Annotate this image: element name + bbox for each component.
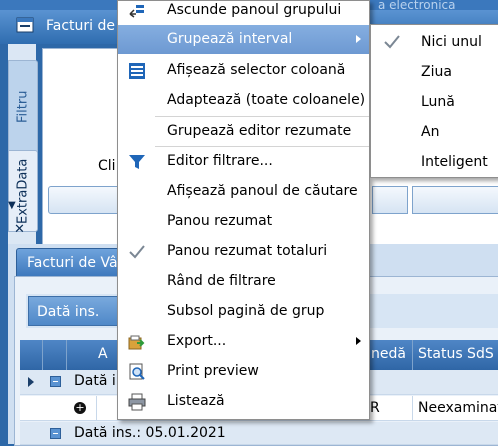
submenu-item-month[interactable]: Lună bbox=[371, 87, 498, 117]
group-interval-submenu: Nici unul Ziua Lună An Inteligent bbox=[370, 24, 498, 178]
checkmark-icon bbox=[129, 245, 145, 259]
menu-item-label: Export... bbox=[167, 333, 227, 349]
menu-item-group-interval[interactable]: Grupează interval bbox=[118, 25, 369, 54]
menu-item-label: Rând de filtrare bbox=[167, 273, 276, 289]
menu-item-column-chooser[interactable]: Afișează selector coloană bbox=[118, 56, 369, 85]
menu-item-label: Afișează panoul de căutare bbox=[167, 183, 358, 199]
tab-filtru[interactable]: Filtru bbox=[8, 60, 38, 154]
filter-funnel-icon bbox=[129, 155, 145, 169]
column-chooser-icon bbox=[129, 63, 145, 79]
menu-item-label: Editor filtrare... bbox=[167, 153, 273, 169]
menu-item-print[interactable]: Listează bbox=[118, 387, 369, 416]
group-by-chip[interactable]: Dată ins. bbox=[28, 296, 124, 326]
submenu-item-smart[interactable]: Inteligent bbox=[371, 147, 498, 177]
header-separator bbox=[42, 340, 43, 370]
submenu-item-year[interactable]: An bbox=[371, 117, 498, 147]
current-row-indicator-icon bbox=[28, 377, 34, 387]
menu-item-label: Panou rezumat totaluri bbox=[167, 243, 328, 259]
header-separator bbox=[412, 340, 413, 370]
submenu-arrow-icon bbox=[356, 35, 361, 43]
submenu-arrow-icon bbox=[356, 337, 361, 345]
export-icon bbox=[128, 335, 145, 350]
menu-item-label: Subsol pagină de grup bbox=[167, 303, 325, 319]
menu-item-group-summary-editor[interactable]: Grupează editor rezumate bbox=[118, 117, 369, 146]
header-separator bbox=[66, 340, 67, 370]
menu-item-label: Adaptează (toate coloanele) bbox=[167, 92, 366, 108]
menu-item-filter-row[interactable]: Rând de filtrare bbox=[118, 267, 369, 296]
column-header-a[interactable]: A bbox=[98, 346, 108, 362]
submenu-item-label: Lună bbox=[421, 94, 455, 110]
tab-extradata[interactable]: ExtraData bbox=[8, 150, 38, 232]
printer-icon bbox=[128, 393, 146, 411]
menu-item-total-summary-panel[interactable]: Panou rezumat totaluri bbox=[118, 237, 369, 266]
menu-item-label: Print preview bbox=[167, 363, 259, 379]
menu-item-label: Grupează editor rezumate bbox=[167, 123, 352, 139]
menu-item-label: Ascunde panoul grupului bbox=[167, 2, 342, 18]
app-window-icon bbox=[16, 17, 34, 33]
collapse-group-icon[interactable] bbox=[50, 376, 61, 387]
submenu-item-label: Nici unul bbox=[421, 34, 482, 50]
context-menu: Ascunde panoul grupului Grupează interva… bbox=[117, 0, 370, 420]
collapse-arrow-icon[interactable]: ▼ bbox=[8, 200, 36, 211]
submenu-item-day[interactable]: Ziua bbox=[371, 57, 498, 87]
menu-item-label: Afișează selector coloană bbox=[167, 62, 346, 78]
cell-moneda-value: R bbox=[370, 400, 380, 416]
column-header-status-sds[interactable]: Status SdS bbox=[418, 346, 494, 362]
menu-item-label: Listează bbox=[167, 393, 225, 409]
checkmark-icon bbox=[384, 35, 400, 49]
filter-field-right-b[interactable] bbox=[412, 186, 498, 214]
collapse-group-icon[interactable] bbox=[50, 428, 61, 439]
hide-group-panel-icon bbox=[129, 5, 144, 18]
tab-facturi-de-vanzare[interactable]: Facturi de Vân bbox=[16, 248, 124, 276]
menu-item-print-preview[interactable]: Print preview bbox=[118, 357, 369, 386]
group-row-label: Dată ins.: 05.01.2021 bbox=[74, 425, 226, 441]
menu-item-filter-editor[interactable]: Editor filtrare... bbox=[118, 147, 369, 176]
print-preview-icon bbox=[129, 363, 145, 380]
filter-field-right-a[interactable] bbox=[372, 186, 408, 214]
menu-item-group-footer[interactable]: Subsol pagină de grup bbox=[118, 297, 369, 326]
close-panel-icon[interactable]: ✕ bbox=[14, 222, 25, 237]
expand-detail-icon[interactable]: + bbox=[74, 402, 86, 414]
side-tab-strip: Filtru ExtraData bbox=[8, 44, 38, 244]
submenu-item-label: Inteligent bbox=[421, 154, 488, 170]
menu-item-export[interactable]: Export... bbox=[118, 327, 369, 356]
menu-item-summary-panel[interactable]: Panou rezumat bbox=[118, 207, 369, 236]
menu-item-search-panel[interactable]: Afișează panoul de căutare bbox=[118, 177, 369, 206]
menu-item-label: Grupează interval bbox=[167, 31, 293, 47]
submenu-item-label: Ziua bbox=[421, 64, 452, 80]
filter-panel-label: Cli bbox=[98, 158, 116, 174]
submenu-item-label: An bbox=[421, 124, 440, 140]
cell-status-sds: Neexaminat bbox=[418, 400, 498, 416]
menu-item-hide-group-panel[interactable]: Ascunde panoul grupului bbox=[118, 0, 369, 25]
menu-item-label: Panou rezumat bbox=[167, 213, 273, 229]
menu-item-best-fit[interactable]: Adaptează (toate coloanele) bbox=[118, 86, 369, 115]
column-header-moneda[interactable]: nedă bbox=[371, 346, 406, 362]
submenu-item-none[interactable]: Nici unul bbox=[371, 27, 498, 57]
